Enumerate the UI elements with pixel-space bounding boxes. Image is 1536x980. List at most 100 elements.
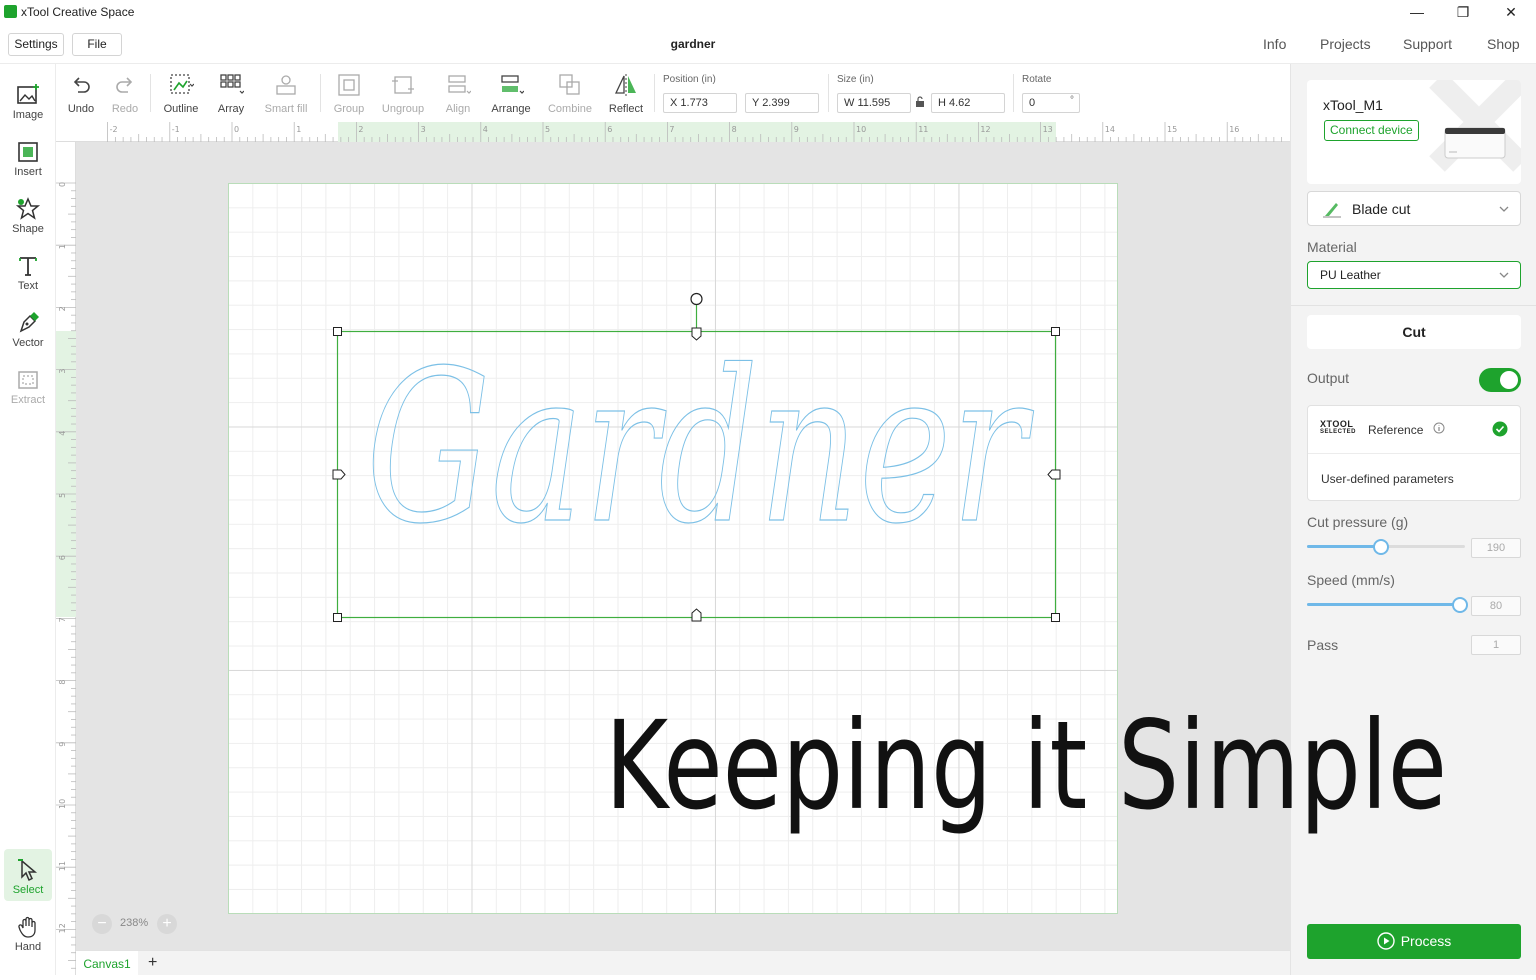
array-button[interactable]: Array — [210, 70, 252, 118]
projects-link[interactable]: Projects — [1320, 36, 1371, 52]
canvas-tab[interactable]: Canvas1 — [76, 951, 138, 976]
ruler-label: 1 — [58, 244, 67, 249]
combine-button[interactable]: Combine — [544, 70, 596, 118]
arrange-icon — [501, 75, 524, 94]
slider-fill — [1307, 603, 1461, 606]
ruler-label: 0 — [234, 125, 239, 134]
undo-button[interactable]: Undo — [62, 70, 100, 118]
shape-tool[interactable]: Shape — [4, 188, 52, 240]
ungroup-icon — [392, 76, 414, 94]
cut-pressure-input[interactable]: 190 — [1471, 538, 1521, 558]
ruler-label: 5 — [545, 125, 550, 134]
extract-tool[interactable]: Extract — [4, 359, 52, 411]
process-label: Process — [1400, 933, 1452, 949]
minimize-button[interactable]: — — [1394, 2, 1440, 24]
ruler-label: 13 — [1043, 125, 1053, 134]
restore-button[interactable]: ❐ — [1440, 2, 1486, 24]
reference-option[interactable]: Reference — [1368, 423, 1423, 437]
smart-fill-button[interactable]: Smart fill — [260, 70, 312, 118]
rotate-value: 0 — [1029, 97, 1036, 109]
cut-tab[interactable]: Cut — [1307, 315, 1521, 349]
rotate-unit: ° — [1070, 95, 1074, 106]
canvas-page[interactable] — [228, 183, 1118, 914]
ruler-label: -2 — [110, 125, 118, 134]
machine-image-icon — [1444, 127, 1506, 159]
shop-link[interactable]: Shop — [1487, 36, 1520, 52]
material-label: Material — [1307, 239, 1357, 255]
hand-tool[interactable]: Hand — [4, 906, 52, 958]
speed-slider[interactable] — [1307, 597, 1469, 613]
parameter-box: XTOOL SELECTED Reference User-defined pa… — [1307, 405, 1521, 501]
group-button[interactable]: Group — [328, 70, 370, 118]
zoom-level: 238% — [120, 917, 149, 929]
vector-tool[interactable]: Vector — [4, 302, 52, 354]
mode-dropdown[interactable]: Blade cut — [1307, 191, 1521, 226]
speed-input[interactable]: 80 — [1471, 596, 1521, 616]
combine-icon — [559, 74, 580, 95]
support-link[interactable]: Support — [1403, 36, 1452, 52]
output-label: Output — [1307, 370, 1350, 386]
toolbar-divider — [1013, 74, 1014, 112]
pass-input[interactable]: 1 — [1471, 635, 1521, 655]
group-icon — [338, 74, 360, 96]
ruler-label: 6 — [607, 125, 612, 134]
arrange-label: Arrange — [491, 103, 531, 115]
right-panel: xTool_M1 Connect device Blade cut Materi… — [1290, 64, 1536, 975]
zoom-in-button[interactable]: + — [157, 914, 177, 934]
cut-pressure-slider[interactable] — [1307, 539, 1465, 555]
ruler-label: 2 — [58, 306, 67, 311]
insert-icon — [18, 142, 38, 162]
insert-tool[interactable]: Insert — [4, 131, 52, 183]
extract-tool-label: Extract — [10, 394, 46, 406]
arrange-button[interactable]: Arrange — [486, 70, 536, 118]
position-x-input[interactable]: X 1.773 — [663, 93, 737, 113]
reflect-icon — [614, 74, 636, 96]
top-ruler: -2 -1 0 1 2 3 4 5 6 7 8 9 10 11 12 13 14 15 16 — [56, 122, 1290, 142]
close-button[interactable]: ✕ — [1488, 2, 1534, 24]
menu-bar: Settings File gardner Info Projects Supp… — [0, 26, 1536, 64]
ruler-label: 2 — [358, 125, 363, 134]
title-bar: xTool Creative Space — ❐ ✕ — [0, 0, 1536, 26]
slider-thumb[interactable] — [1452, 597, 1469, 613]
info-link[interactable]: Info — [1263, 36, 1286, 52]
size-label: Size (in) — [837, 74, 874, 85]
outline-button[interactable]: Outline — [158, 70, 204, 118]
process-button[interactable]: Process — [1307, 924, 1521, 959]
ruler-label: 3 — [58, 369, 67, 374]
ruler-label: 1 — [296, 125, 301, 134]
image-tool[interactable]: Image — [4, 74, 52, 126]
play-circle-icon — [1377, 932, 1395, 950]
material-value: PU Leather — [1320, 268, 1381, 282]
outline-icon — [170, 74, 194, 94]
material-dropdown[interactable]: PU Leather — [1307, 261, 1521, 289]
pen-icon — [19, 312, 39, 333]
select-tool[interactable]: Select — [4, 849, 52, 901]
output-toggle[interactable] — [1479, 368, 1521, 392]
rotate-input[interactable]: 0 ° — [1022, 93, 1080, 113]
text-tool[interactable]: Text — [4, 245, 52, 297]
user-defined-option[interactable]: User-defined parameters — [1321, 472, 1454, 486]
array-icon — [220, 74, 244, 94]
ruler-label: 7 — [58, 617, 67, 622]
size-w-input[interactable]: W 11.595 — [837, 93, 911, 113]
cursor-icon — [18, 859, 38, 882]
size-h-input[interactable]: H 4.62 — [931, 93, 1005, 113]
smart-fill-label: Smart fill — [264, 103, 308, 115]
info-icon[interactable] — [1433, 422, 1445, 434]
lock-ratio-icon[interactable] — [915, 96, 925, 108]
connect-device-button[interactable]: Connect device — [1324, 120, 1419, 141]
align-button[interactable]: Align — [436, 70, 480, 118]
add-canvas-button[interactable]: + — [148, 951, 157, 975]
position-y-input[interactable]: Y 2.399 — [745, 93, 819, 113]
group-label: Group — [333, 103, 365, 115]
zoom-out-button[interactable]: − — [92, 914, 112, 934]
ungroup-button[interactable]: Ungroup — [376, 70, 430, 118]
device-name: xTool_M1 — [1323, 97, 1383, 113]
reflect-button[interactable]: Reflect — [604, 70, 648, 118]
ruler-label: 4 — [483, 125, 488, 134]
redo-button[interactable]: Redo — [106, 70, 144, 118]
ruler-label: 8 — [58, 680, 67, 685]
toolbar-divider — [150, 74, 151, 112]
slider-thumb[interactable] — [1373, 539, 1390, 555]
undo-label: Undo — [67, 103, 95, 115]
